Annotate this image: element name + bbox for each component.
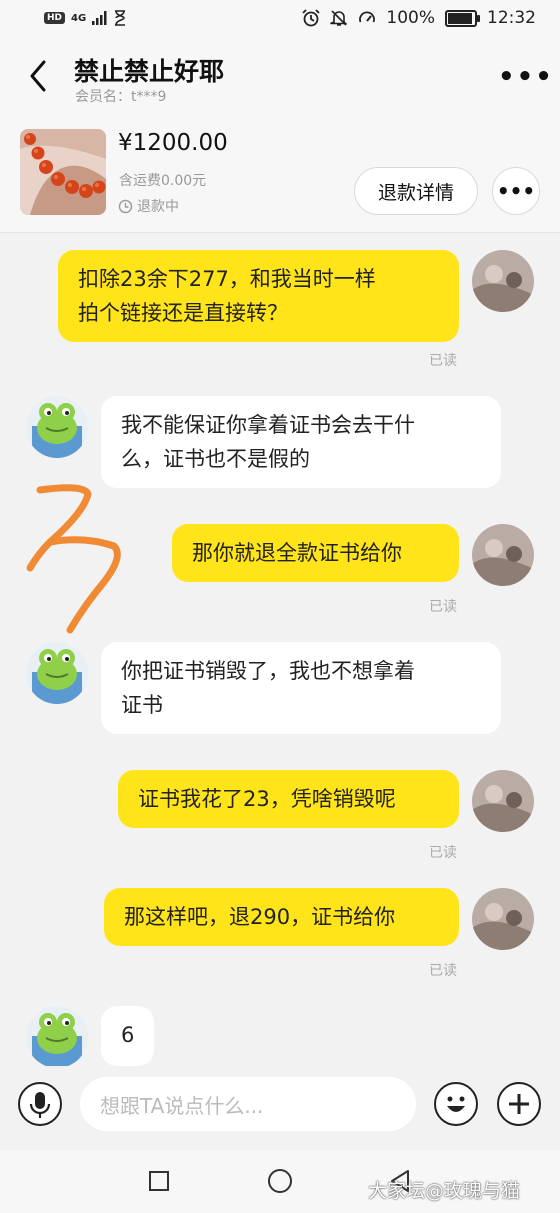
message-line: 那这样吧，退290，证书给你	[124, 905, 396, 929]
watermark: 大家坛@玫瑰与猫	[368, 1180, 521, 1202]
member-name: 会员名：t***9	[75, 89, 167, 105]
handdrawn-three-annotation: 3	[26, 484, 121, 634]
microphone-icon	[29, 1092, 51, 1118]
photo-avatar-image	[472, 250, 534, 312]
frog-avatar-image	[26, 642, 88, 704]
message-line: 扣除23余下277，和我当时一样	[78, 267, 376, 291]
read-receipt: 已读	[429, 963, 457, 979]
status-right: 100% 12:32	[302, 8, 536, 28]
message-bubble-outgoing[interactable]: 那这样吧，退290，证书给你	[104, 888, 459, 946]
battery-percent: 100%	[386, 8, 435, 28]
message-bubble-outgoing[interactable]: 扣除23余下277，和我当时一样 拍个链接还是直接转？	[58, 250, 459, 342]
signal-icon	[92, 11, 107, 25]
message-line: 我不能保证你拿着证书会去干什	[121, 413, 415, 437]
message-input[interactable]: 想跟TA说点什么...	[80, 1077, 416, 1131]
message-bubble-outgoing[interactable]: 那你就退全款证书给你	[172, 524, 459, 582]
message-line: 拍个链接还是直接转？	[78, 301, 288, 325]
message-line: 6	[121, 1023, 135, 1047]
order-status: 退款中	[118, 196, 179, 216]
photo-avatar-image	[472, 770, 534, 832]
message-bubble-incoming[interactable]: 你把证书销毁了，我也不想拿着 证书	[101, 642, 501, 734]
clock-icon	[118, 199, 133, 213]
frog-avatar-image	[26, 396, 88, 458]
chevron-left-icon	[30, 60, 46, 92]
message-line: 么，证书也不是假的	[121, 447, 310, 471]
read-receipt: 已读	[429, 353, 457, 369]
home-button[interactable]	[268, 1169, 292, 1193]
photo-avatar-image	[472, 888, 534, 950]
my-avatar[interactable]	[472, 770, 534, 832]
status-left: HD 4G	[44, 10, 126, 26]
plus-icon	[509, 1094, 529, 1114]
hourglass-icon	[115, 10, 126, 26]
frog-avatar-image	[26, 1006, 88, 1068]
order-more-button[interactable]: •••	[492, 167, 540, 215]
refund-details-button[interactable]: 退款详情	[354, 167, 478, 215]
my-avatar[interactable]	[472, 888, 534, 950]
battery-icon	[445, 9, 480, 27]
photo-avatar-image	[472, 524, 534, 586]
mute-icon	[330, 10, 348, 26]
message-bubble-outgoing[interactable]: 证书我花了23，凭啥销毁呢	[118, 770, 459, 828]
message-line: 证书我花了23，凭啥销毁呢	[138, 787, 396, 811]
hd-badge: HD	[44, 12, 66, 24]
recents-button[interactable]	[149, 1171, 169, 1191]
my-avatar[interactable]	[472, 524, 534, 586]
add-attachment-button[interactable]	[497, 1082, 541, 1126]
alarm-icon	[302, 9, 321, 27]
order-status-text: 退款中	[137, 199, 179, 215]
message-bubble-incoming[interactable]: 我不能保证你拿着证书会去干什 么，证书也不是假的	[101, 396, 501, 488]
message-line: 证书	[121, 693, 163, 717]
voice-button[interactable]	[18, 1082, 62, 1126]
contact-avatar[interactable]	[26, 642, 88, 704]
emoji-button[interactable]	[434, 1082, 478, 1126]
smiley-icon	[447, 1096, 465, 1112]
clock: 12:32	[487, 8, 536, 28]
contact-avatar[interactable]	[26, 396, 88, 458]
read-receipt: 已读	[429, 599, 457, 615]
bead-bracelet-image	[20, 129, 106, 215]
order-price: ¥1200.00	[118, 130, 228, 156]
network-badge: 4G	[71, 12, 87, 24]
message-line: 那你就退全款证书给你	[192, 541, 402, 565]
message-bubble-incoming[interactable]: 6	[101, 1006, 154, 1066]
product-thumbnail[interactable]	[20, 129, 106, 215]
battery-fill	[448, 12, 472, 24]
my-avatar[interactable]	[472, 250, 534, 312]
more-options-button[interactable]: •••	[498, 62, 554, 92]
message-line: 你把证书销毁了，我也不想拿着	[121, 659, 415, 683]
speed-icon	[359, 11, 376, 23]
shipping-fee: 含运费0.00元	[119, 173, 207, 189]
back-button[interactable]	[24, 58, 54, 94]
read-receipt: 已读	[429, 845, 457, 861]
contact-avatar[interactable]	[26, 1006, 88, 1068]
chat-title: 禁止禁止好耶	[74, 57, 225, 86]
